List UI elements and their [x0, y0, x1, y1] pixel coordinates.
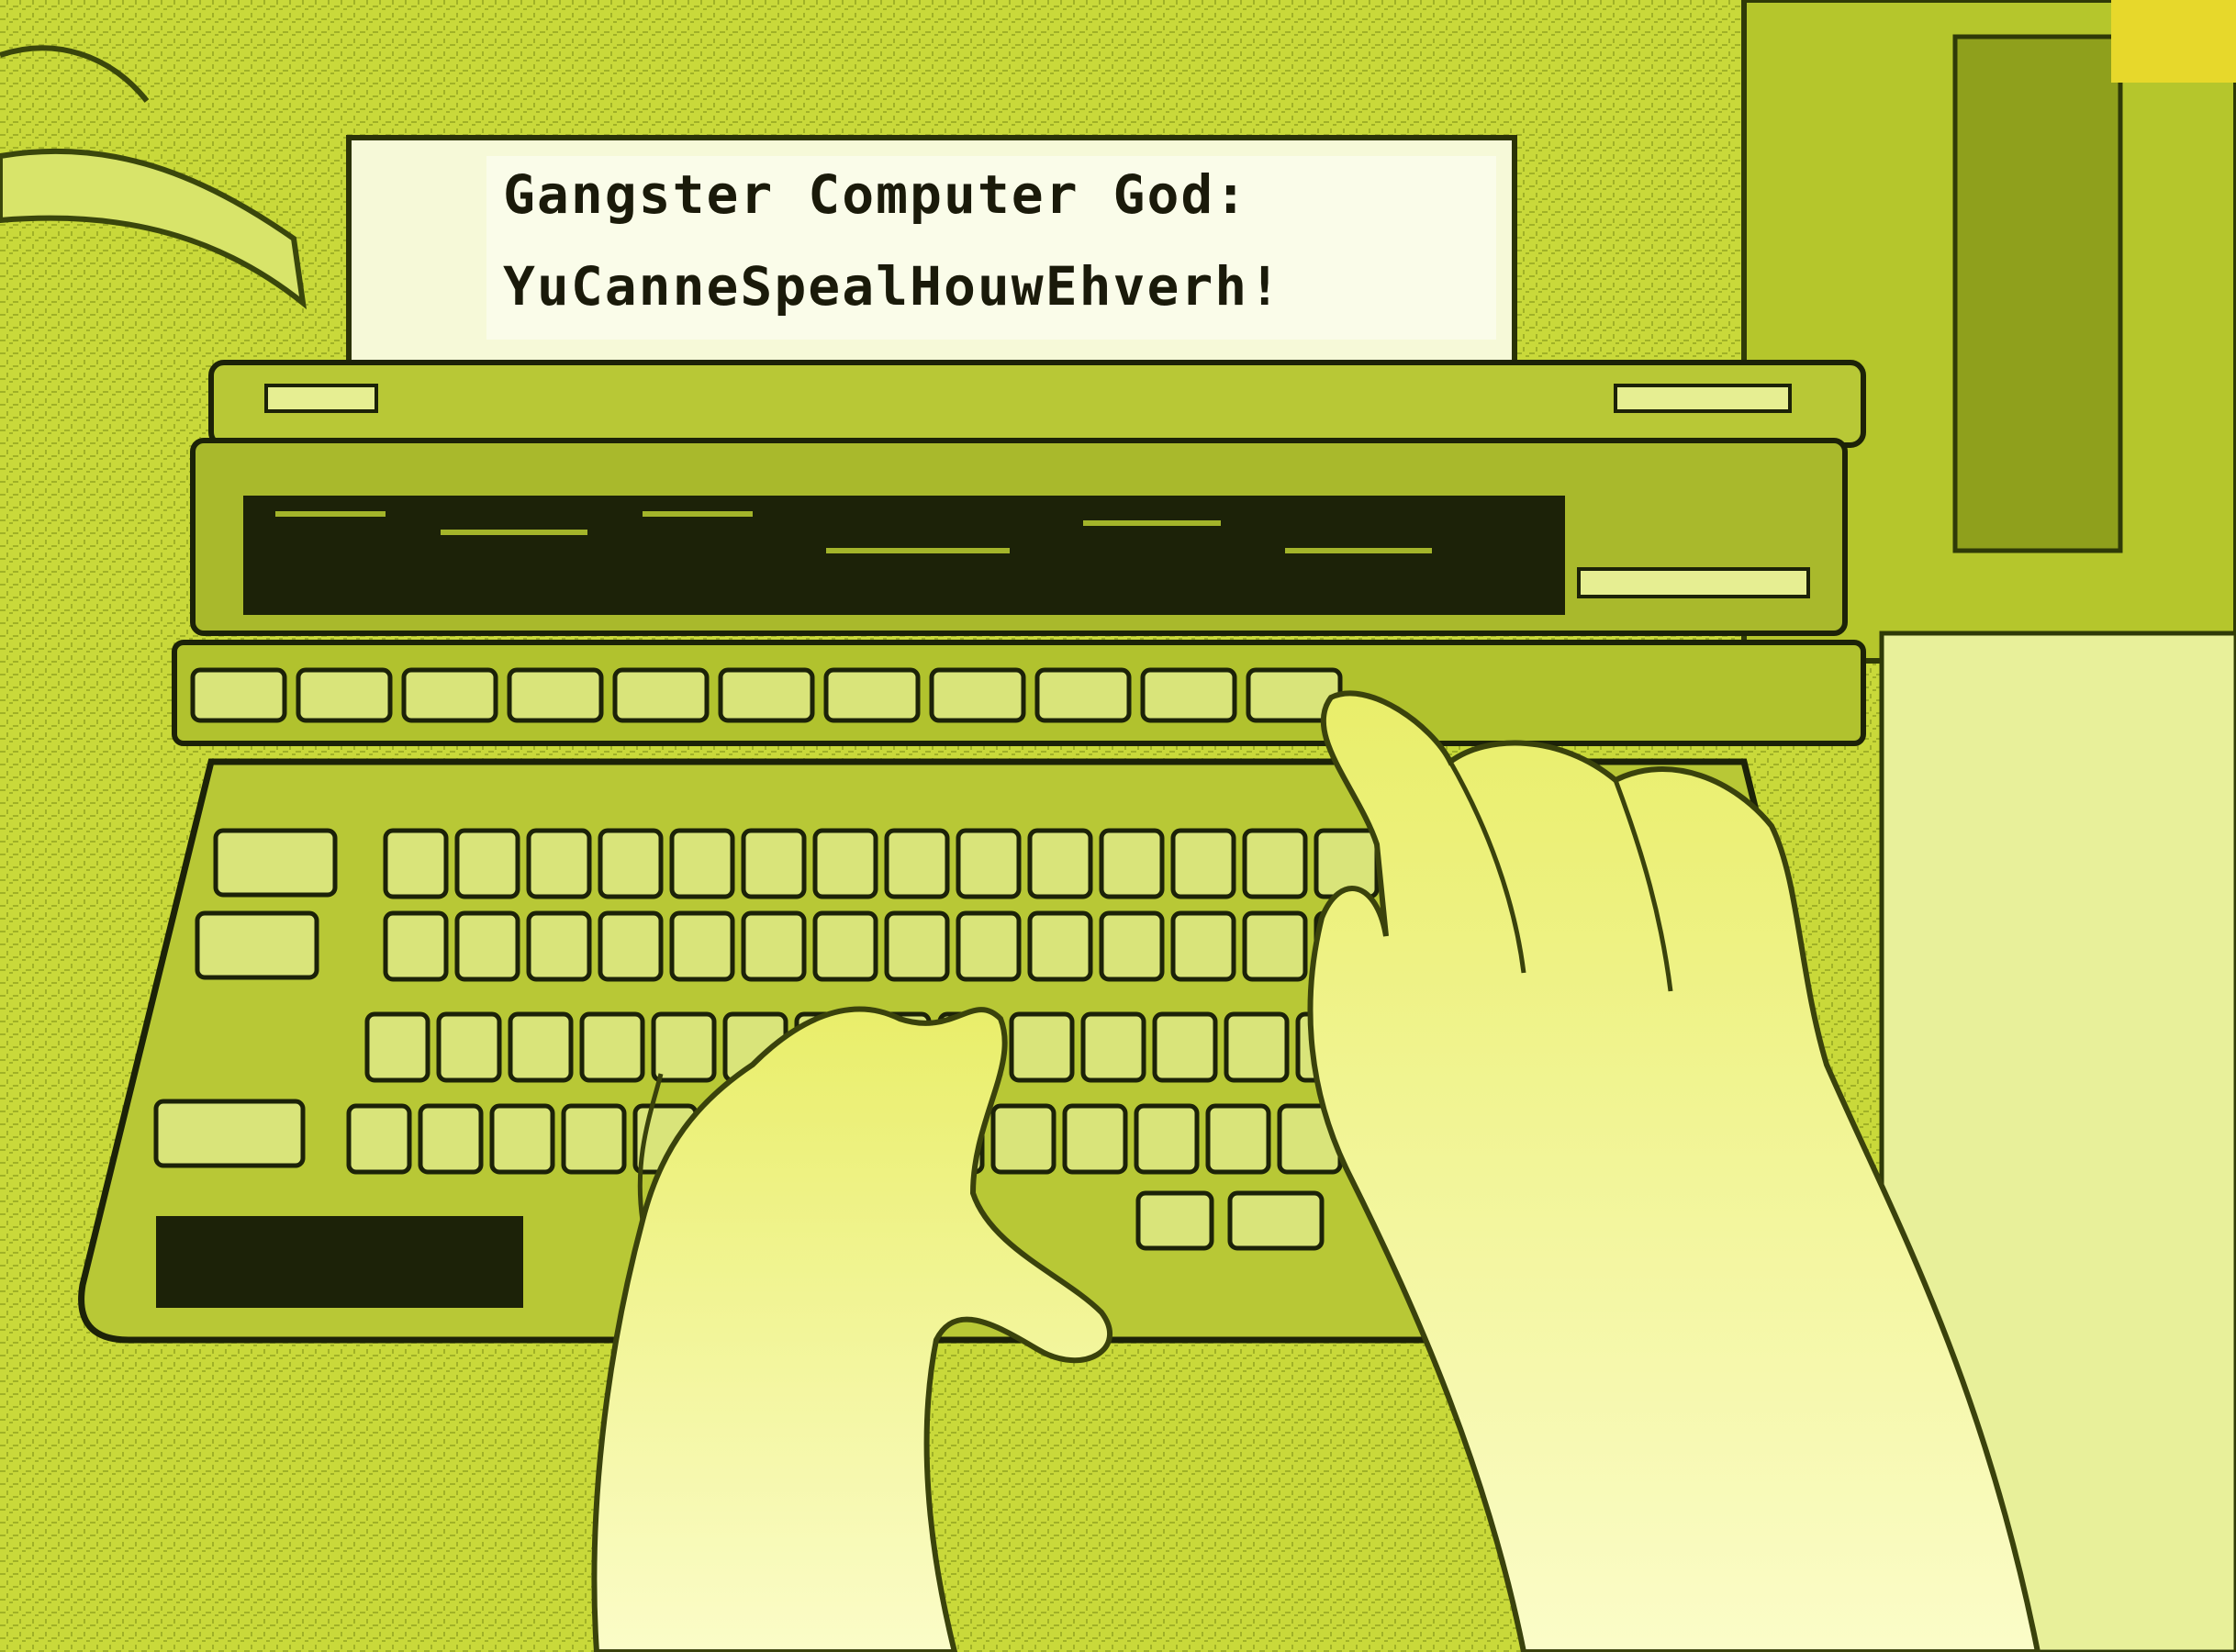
keyboard-key: [454, 828, 520, 899]
keyboard-key: [1227, 1190, 1325, 1251]
keyboard-key: [1135, 1190, 1214, 1251]
keyboard-key: [1027, 910, 1093, 982]
keyboard-key: [956, 828, 1022, 899]
keyboard-key: [741, 828, 807, 899]
typewriter-scene: [0, 0, 2236, 1652]
keyboard-key: [1170, 910, 1236, 982]
typewriter-display: [190, 438, 1848, 636]
keyboard-key: [1080, 1011, 1146, 1083]
keyboard-key: [383, 828, 449, 899]
keyboard-key: [884, 910, 950, 982]
paper-text-line-1: Gangster Computer God:: [503, 163, 1249, 226]
keyboard-key: [812, 910, 878, 982]
keyboard-key: [1027, 828, 1093, 899]
keyboard-key: [956, 910, 1022, 982]
keyboard-key: [669, 910, 735, 982]
keyboard-key: [1224, 1011, 1290, 1083]
keyboard-key: [561, 1103, 627, 1175]
function-key: [296, 667, 393, 723]
function-key: [823, 667, 921, 723]
keyboard-key: [1134, 1103, 1200, 1175]
keyboard-key: [526, 828, 592, 899]
function-key: [401, 667, 498, 723]
keyboard-key: [489, 1103, 555, 1175]
keyboard-key: [1170, 828, 1236, 899]
keyboard-key: [669, 828, 735, 899]
function-key: [718, 667, 815, 723]
keyboard-key: [1242, 828, 1308, 899]
keyboard-key: [741, 910, 807, 982]
side-slot: [156, 1216, 523, 1308]
function-key: [190, 667, 287, 723]
keyboard-key: [598, 910, 664, 982]
keyboard-key: [579, 1011, 645, 1083]
function-key: [1140, 667, 1237, 723]
keyboard-key: [1242, 910, 1308, 982]
keyboard-key: [651, 1011, 717, 1083]
keyboard-key: [990, 1103, 1057, 1175]
keyboard-key: [1152, 1011, 1218, 1083]
keyboard-key: [1062, 1103, 1128, 1175]
keyboard-key: [812, 828, 878, 899]
keyboard-key: [508, 1011, 574, 1083]
function-key: [612, 667, 710, 723]
keyboard-key: [436, 1011, 502, 1083]
keyboard-key: [598, 828, 664, 899]
side-key: [213, 828, 338, 898]
typewriter-carriage: [208, 360, 1866, 448]
keyboard-key: [526, 910, 592, 982]
keyboard-key: [364, 1011, 430, 1083]
keyboard-key: [346, 1103, 412, 1175]
keyboard-key: [418, 1103, 484, 1175]
keyboard-key: [1099, 910, 1165, 982]
keyboard-key: [1205, 1103, 1271, 1175]
keyboard-key: [1009, 1011, 1075, 1083]
keyboard-key: [383, 910, 449, 982]
paper-text-line-2: YuCanneSpealHouwEhverh!: [503, 255, 1283, 318]
side-key: [153, 1099, 306, 1168]
side-key: [195, 910, 319, 980]
function-key: [1034, 667, 1132, 723]
function-key: [929, 667, 1026, 723]
keyboard-key: [884, 828, 950, 899]
keyboard-key: [1099, 828, 1165, 899]
function-key: [507, 667, 604, 723]
keyboard-key: [454, 910, 520, 982]
